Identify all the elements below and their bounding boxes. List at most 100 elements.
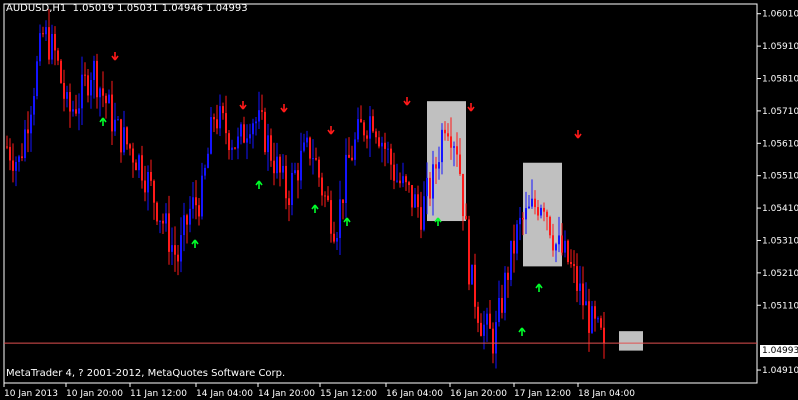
candle-body — [507, 272, 509, 280]
candle-body — [228, 133, 230, 151]
candle-body — [486, 313, 488, 325]
candle-body — [594, 306, 596, 319]
candle-body — [21, 156, 23, 159]
y-tick-label: 1.05610 — [762, 139, 798, 149]
candle-body — [546, 211, 548, 217]
candle-body — [390, 148, 392, 165]
candle-body — [300, 150, 302, 181]
candle-body — [168, 213, 170, 252]
candle-body — [519, 217, 521, 225]
candle-body — [600, 318, 602, 328]
candle-body — [57, 50, 59, 61]
candle-body — [387, 148, 389, 150]
candle-body — [114, 119, 116, 132]
candle-body — [267, 135, 269, 153]
candle-body — [18, 156, 20, 162]
candle-body — [588, 301, 590, 333]
candle-body — [381, 142, 383, 147]
candle-body — [597, 318, 599, 320]
candle-body — [411, 185, 413, 208]
candle-body — [306, 137, 308, 143]
candle-body — [504, 272, 506, 313]
candle-body — [603, 327, 605, 344]
candle-body — [63, 82, 65, 99]
candle-body — [207, 153, 209, 168]
y-tick-label: 1.05210 — [762, 269, 798, 279]
candle-body — [522, 217, 524, 220]
candle-body — [501, 297, 503, 313]
candle-body — [453, 146, 455, 148]
candle-body — [132, 148, 134, 163]
candle-body — [60, 60, 62, 83]
candle-body — [432, 164, 434, 199]
up-arrow-icon — [518, 327, 526, 336]
x-tick-label: 16 Jan 04:00 — [386, 389, 443, 399]
candle-body — [534, 198, 536, 208]
highlight-box — [619, 331, 643, 351]
candle-body — [366, 135, 368, 139]
candle-body — [177, 254, 179, 262]
candle-body — [345, 154, 347, 204]
candle-body — [81, 74, 83, 109]
candle-body — [210, 117, 212, 154]
x-tick-label: 14 Jan 20:00 — [258, 389, 315, 399]
y-tick-label: 1.05510 — [762, 172, 798, 182]
candle-body — [255, 121, 257, 124]
candle-body — [543, 207, 545, 212]
candle-body — [384, 142, 386, 149]
x-tick-label: 11 Jan 12:00 — [130, 389, 187, 399]
x-tick-label: 10 Jan 20:00 — [66, 389, 123, 399]
candle-body — [402, 176, 404, 184]
candle-body — [186, 215, 188, 225]
candle-body — [69, 92, 71, 112]
x-tick-label: 10 Jan 2013 — [4, 389, 58, 399]
candle-body — [324, 195, 326, 197]
candle-body — [162, 220, 164, 224]
candle-body — [33, 96, 35, 115]
price-chart[interactable]: 1.06010 1.05910 1.05810 1.05710 1.05610 1.055… — [0, 0, 798, 400]
candle-body — [6, 146, 8, 148]
up-arrow-icon — [343, 217, 351, 226]
candle-body — [150, 171, 152, 181]
candle-body — [198, 205, 200, 217]
candle-body — [378, 137, 380, 147]
candle-body — [429, 177, 431, 199]
candle-body — [276, 156, 278, 174]
candle-body — [552, 235, 554, 251]
candle-body — [360, 119, 362, 123]
candle-body — [165, 213, 167, 224]
candle-body — [555, 244, 557, 251]
down-arrow-icon — [239, 101, 247, 110]
y-tick-label: 1.05410 — [762, 204, 798, 214]
candle-body — [105, 95, 107, 104]
candle-body — [417, 194, 419, 208]
candle-body — [438, 162, 440, 169]
y-tick-label: 1.05310 — [762, 236, 798, 246]
candle-body — [189, 208, 191, 225]
candle-body — [585, 301, 587, 306]
candle-body — [339, 199, 341, 238]
candle-body — [450, 136, 452, 148]
candle-body — [123, 127, 125, 153]
candle-body — [240, 124, 242, 137]
candle-body — [9, 146, 11, 161]
candle-body — [459, 154, 461, 174]
candle-body — [243, 124, 245, 143]
symbol-header: AUDUSD,H1 1.05019 1.05031 1.04946 1.0499… — [6, 3, 248, 14]
candle-body — [354, 139, 356, 160]
candle-body — [159, 220, 161, 222]
candle-body — [12, 160, 14, 171]
up-arrow-icon — [311, 204, 319, 213]
candle-body — [36, 61, 38, 97]
x-tick-label: 16 Jan 20:00 — [450, 389, 507, 399]
candle-body — [474, 264, 476, 307]
x-tick-label: 18 Jan 04:00 — [578, 389, 635, 399]
chart-window[interactable]: 1.06010 1.05910 1.05810 1.05710 1.05610 1.055… — [0, 0, 798, 400]
candle-body — [27, 129, 29, 134]
candle-body — [456, 146, 458, 155]
y-tick-label: 1.06010 — [762, 10, 798, 20]
candle-body — [237, 136, 239, 149]
candle-body — [117, 119, 119, 121]
candle-body — [408, 182, 410, 186]
candle-body — [120, 119, 122, 153]
